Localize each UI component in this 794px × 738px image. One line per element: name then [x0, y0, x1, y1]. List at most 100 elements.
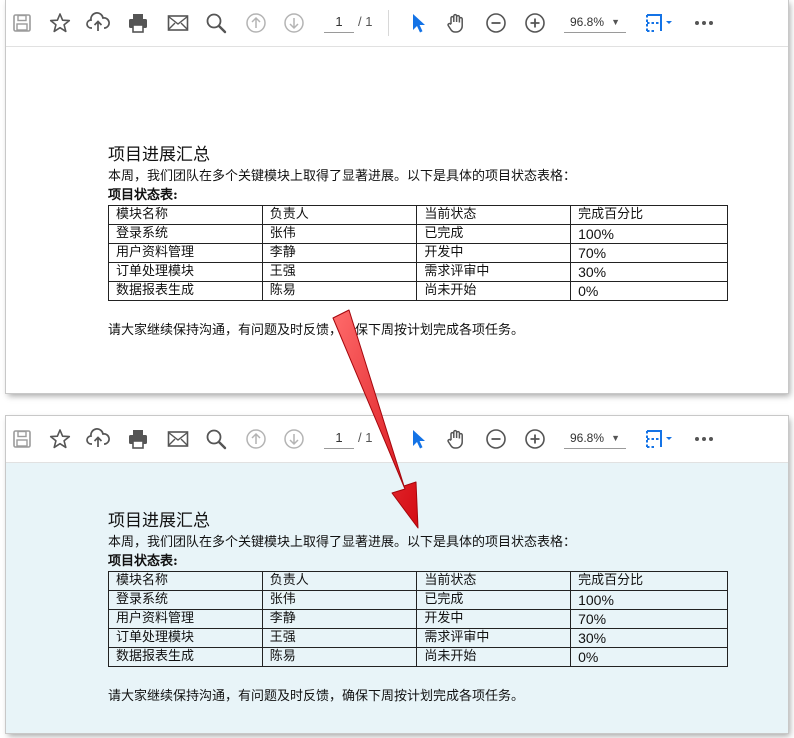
email-icon[interactable]: [166, 11, 190, 35]
table-header-cell: 模块名称: [108, 571, 263, 591]
page-view-icon[interactable]: [644, 11, 678, 35]
table-row: 数据报表生成 陈易 尚未开始 0%: [108, 281, 728, 301]
table-cell: 尚未开始: [416, 281, 572, 301]
table-header-cell: 当前状态: [416, 571, 572, 591]
table-cell: 尚未开始: [416, 647, 572, 667]
viewer-window-before: 1 / 1 96.8% ▼ 项目进展汇总 本周，我们团队在多个关键模块上取得了显…: [6, 0, 788, 393]
table-header-cell: 模块名称: [108, 205, 263, 225]
zoom-out-icon[interactable]: [484, 427, 508, 451]
table-header-row: 模块名称 负责人 当前状态 完成百分比: [108, 205, 728, 225]
zoom-in-icon[interactable]: [523, 11, 547, 35]
page-total: / 1: [358, 14, 373, 29]
zoom-value: 96.8%: [570, 15, 605, 29]
table-cell: 李静: [261, 609, 418, 629]
table-cell: 登录系统: [108, 224, 263, 244]
table-cell: 用户资料管理: [108, 243, 263, 263]
toolbar-divider: [388, 10, 389, 36]
table-cell: 王强: [261, 262, 418, 282]
select-cursor-icon[interactable]: [406, 427, 430, 451]
table-cell: 开发中: [416, 609, 572, 629]
upload-icon[interactable]: [86, 11, 110, 35]
table-row: 用户资料管理 李静 开发中 70%: [108, 609, 728, 629]
table-cell: 开发中: [416, 243, 572, 263]
table-cell: 0%: [570, 647, 728, 667]
table-cell: 数据报表生成: [108, 647, 263, 667]
table-header-row: 模块名称 负责人 当前状态 完成百分比: [108, 571, 728, 591]
hand-tool-icon[interactable]: [444, 427, 468, 451]
print-icon[interactable]: [126, 427, 150, 451]
table-row: 订单处理模块 王强 需求评审中 30%: [108, 628, 728, 648]
zoom-value: 96.8%: [570, 431, 605, 445]
table-cell: 0%: [570, 281, 728, 301]
select-cursor-icon[interactable]: [406, 11, 430, 35]
table-cell: 已完成: [416, 590, 572, 610]
page-down-icon[interactable]: [282, 427, 306, 451]
table-cell: 李静: [261, 243, 418, 263]
email-icon[interactable]: [166, 427, 190, 451]
table-row: 数据报表生成 陈易 尚未开始 0%: [108, 647, 728, 667]
doc-title: 项目进展汇总: [108, 511, 210, 531]
table-cell: 30%: [570, 628, 728, 648]
table-cell: 70%: [570, 609, 728, 629]
hand-tool-icon[interactable]: [444, 11, 468, 35]
zoom-in-icon[interactable]: [523, 427, 547, 451]
page-number-input[interactable]: 1: [324, 428, 354, 449]
table-row: 订单处理模块 王强 需求评审中 30%: [108, 262, 728, 282]
table-header-cell: 完成百分比: [570, 205, 728, 225]
table-cell: 70%: [570, 243, 728, 263]
search-zoom-icon[interactable]: [204, 11, 228, 35]
more-icon[interactable]: [692, 427, 716, 451]
document-viewport[interactable]: 项目进展汇总 本周，我们团队在多个关键模块上取得了显著进展。以下是具体的项目状态…: [6, 463, 788, 733]
doc-title: 项目进展汇总: [108, 145, 210, 165]
toolbar: 1 / 1 96.8% ▼: [6, 0, 788, 47]
chevron-down-icon: ▼: [611, 17, 620, 27]
table-cell: 陈易: [261, 647, 418, 667]
table-cell: 订单处理模块: [108, 628, 263, 648]
more-icon[interactable]: [692, 11, 716, 35]
table-row: 登录系统 张伟 已完成 100%: [108, 224, 728, 244]
table-cell: 登录系统: [108, 590, 263, 610]
viewer-window-after: 1 / 1 96.8% ▼ 项目进展汇总 本周，我们团队在多个关键模块上取得了显…: [6, 416, 788, 733]
table-header-cell: 负责人: [261, 571, 418, 591]
table-cell: 数据报表生成: [108, 281, 263, 301]
table-header-cell: 完成百分比: [570, 571, 728, 591]
zoom-select[interactable]: 96.8% ▼: [564, 12, 626, 33]
table-cell: 用户资料管理: [108, 609, 263, 629]
table-cell: 订单处理模块: [108, 262, 263, 282]
page-up-icon[interactable]: [244, 427, 268, 451]
table-cell: 已完成: [416, 224, 572, 244]
page-number-input[interactable]: 1: [324, 12, 354, 33]
search-zoom-icon[interactable]: [204, 427, 228, 451]
doc-closing: 请大家继续保持沟通，有问题及时反馈，确保下周按计划完成各项任务。: [108, 689, 525, 704]
doc-intro: 本周，我们团队在多个关键模块上取得了显著进展。以下是具体的项目状态表格：: [108, 169, 577, 184]
table-cell: 100%: [570, 224, 728, 244]
document-viewport[interactable]: 项目进展汇总 本周，我们团队在多个关键模块上取得了显著进展。以下是具体的项目状态…: [6, 47, 788, 393]
doc-closing: 请大家继续保持沟通，有问题及时反馈，确保下周按计划完成各项任务。: [108, 323, 525, 338]
page-total: / 1: [358, 430, 373, 445]
table-row: 登录系统 张伟 已完成 100%: [108, 590, 728, 610]
table-label: 项目状态表:: [108, 188, 178, 203]
table-header-cell: 负责人: [261, 205, 418, 225]
table-cell: 陈易: [261, 281, 418, 301]
status-table: 模块名称 负责人 当前状态 完成百分比 登录系统 张伟 已完成 100% 用户资…: [108, 571, 728, 667]
bookmark-star-icon[interactable]: [48, 427, 72, 451]
page-view-icon[interactable]: [644, 427, 678, 451]
save-icon[interactable]: [10, 11, 34, 35]
table-cell: 张伟: [261, 590, 418, 610]
upload-icon[interactable]: [86, 427, 110, 451]
zoom-out-icon[interactable]: [484, 11, 508, 35]
chevron-down-icon: ▼: [611, 433, 620, 443]
document-page: 项目进展汇总 本周，我们团队在多个关键模块上取得了显著进展。以下是具体的项目状态…: [108, 509, 728, 707]
table-cell: 需求评审中: [416, 628, 572, 648]
bookmark-star-icon[interactable]: [48, 11, 72, 35]
print-icon[interactable]: [126, 11, 150, 35]
page-up-icon[interactable]: [244, 11, 268, 35]
table-header-cell: 当前状态: [416, 205, 572, 225]
page-down-icon[interactable]: [282, 11, 306, 35]
status-table: 模块名称 负责人 当前状态 完成百分比 登录系统 张伟 已完成 100% 用户资…: [108, 205, 728, 301]
table-label: 项目状态表:: [108, 554, 178, 569]
document-page: 项目进展汇总 本周，我们团队在多个关键模块上取得了显著进展。以下是具体的项目状态…: [108, 143, 728, 341]
table-cell: 张伟: [261, 224, 418, 244]
save-icon[interactable]: [10, 427, 34, 451]
zoom-select[interactable]: 96.8% ▼: [564, 428, 626, 449]
